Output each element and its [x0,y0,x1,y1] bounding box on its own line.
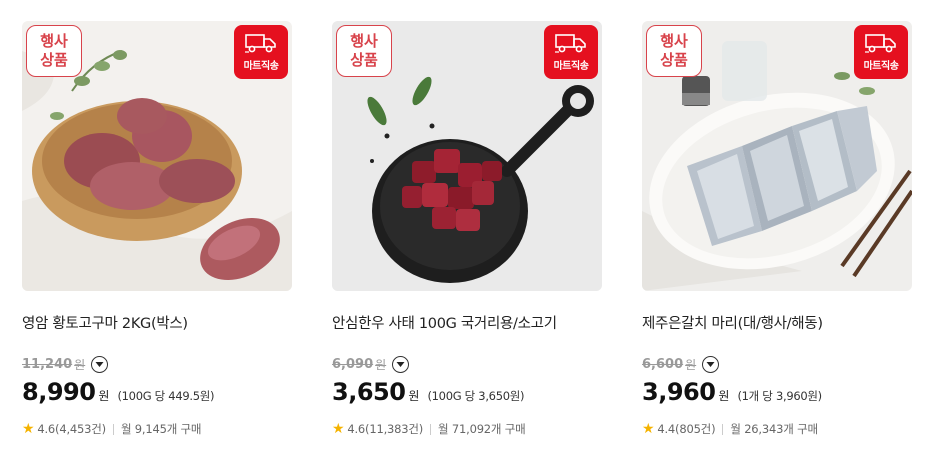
delivery-truck-icon [865,34,896,53]
delivery-truck-icon [245,34,276,53]
rating-row: ★ 4.4(805건) 월 26,343개 구매 [642,420,912,438]
original-price-row: 6,600 원 [642,354,912,374]
sale-price-currency: 원 [98,389,110,403]
monthly-purchases: 월 9,145개 구매 [120,422,202,436]
original-price-currency: 원 [685,357,697,372]
star-icon: ★ [642,421,655,437]
product-card[interactable]: 행사 상품 마트직송 영암 황토고구마 2KG(박스) 11,240 원 8,9… [22,21,292,461]
product-title[interactable]: 제주은갈치 마리(대/행사/해동) [642,312,912,334]
monthly-purchases: 월 71,092개 구매 [438,422,526,436]
mart-delivery-badge: 마트직송 [544,25,598,79]
sale-price-currency: 원 [718,389,730,403]
product-title[interactable]: 영암 황토고구마 2KG(박스) [22,312,292,334]
divider [112,423,114,435]
delivery-truck-icon [555,34,586,53]
product-image-hairtail[interactable]: 행사 상품 마트직송 [642,21,912,291]
price-info-button[interactable] [702,355,720,373]
product-title[interactable]: 안심한우 사태 100G 국거리용/소고기 [332,312,602,334]
mart-delivery-badge: 마트직송 [854,25,908,79]
star-icon: ★ [332,421,345,437]
product-image-beef[interactable]: 행사 상품 마트직송 [332,21,602,291]
sale-price-currency: 원 [408,389,420,403]
product-card[interactable]: 행사 상품 마트직송 안심한우 사태 100G 국거리용/소고기 6,090 원 [332,21,602,461]
unit-price: (100G 당 449.5원) [117,389,215,403]
rating-row: ★ 4.6(4,453건) 월 9,145개 구매 [22,420,292,438]
event-product-badge: 행사 상품 [336,25,392,77]
divider [430,423,432,435]
unit-price: (100G 당 3,650원) [427,389,525,403]
product-grid: 행사 상품 마트직송 영암 황토고구마 2KG(박스) 11,240 원 8,9… [0,0,930,471]
mart-delivery-badge: 마트직송 [234,25,288,79]
sale-price: 3,960 [642,378,716,406]
original-price: 11,240 [22,356,73,372]
rating-value: 4.6(4,453건) [37,422,106,436]
event-product-badge: 행사 상품 [646,25,702,77]
price-row: 8,990 원 (100G 당 449.5원) [22,378,292,412]
rating-value: 4.4(805건) [657,422,716,436]
price-row: 3,650 원 (100G 당 3,650원) [332,378,602,412]
original-price-currency: 원 [375,357,387,372]
price-info-button[interactable] [392,355,410,373]
sale-price: 8,990 [22,378,96,406]
original-price: 6,090 [332,356,374,372]
event-product-badge: 행사 상품 [26,25,82,77]
original-price: 6,600 [642,356,684,372]
price-info-button[interactable] [91,355,109,373]
original-price-row: 11,240 원 [22,354,292,374]
unit-price: (1개 당 3,960원) [737,389,822,403]
chevron-down-icon [396,361,405,367]
sale-price: 3,650 [332,378,406,406]
product-card[interactable]: 행사 상품 마트직송 제주은갈치 마리(대/행사/해동) 6,600 원 3,9… [642,21,912,461]
chevron-down-icon [95,361,104,367]
product-image-sweet-potato[interactable]: 행사 상품 마트직송 [22,21,292,291]
chevron-down-icon [706,361,715,367]
original-price-row: 6,090 원 [332,354,602,374]
rating-row: ★ 4.6(11,383건) 월 71,092개 구매 [332,420,602,438]
star-icon: ★ [22,421,35,437]
divider [722,423,724,435]
rating-value: 4.6(11,383건) [347,422,424,436]
price-row: 3,960 원 (1개 당 3,960원) [642,378,912,412]
monthly-purchases: 월 26,343개 구매 [730,422,818,436]
original-price-currency: 원 [74,357,86,372]
